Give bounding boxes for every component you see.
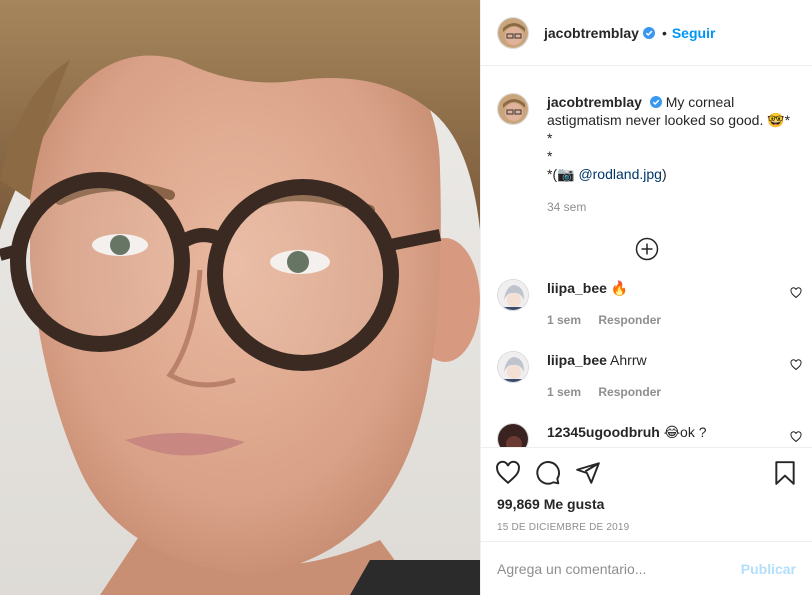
caption-text: jacobtremblay My corneal astigmatism nev… xyxy=(547,93,796,216)
likes-count[interactable]: 99,869 Me gusta xyxy=(481,496,812,512)
separator-dot: • xyxy=(661,24,667,41)
comment-username[interactable]: liipa_bee xyxy=(547,280,607,296)
comment-item: liipa_bee Ahrrw 1 sem Responder xyxy=(481,351,812,401)
caption-avatar[interactable] xyxy=(497,93,529,125)
caption-username[interactable]: jacobtremblay xyxy=(547,94,642,110)
comment-input[interactable] xyxy=(497,560,741,577)
paper-plane-icon[interactable] xyxy=(575,460,601,486)
comment-text: 🔥 xyxy=(610,280,629,296)
heart-icon[interactable] xyxy=(790,359,802,371)
reply-button[interactable]: Responder xyxy=(598,313,661,327)
comment-avatar[interactable] xyxy=(497,423,529,447)
post-actions-area: 99,869 Me gusta 15 DE DICIEMBRE DE 2019 … xyxy=(481,447,812,595)
publish-button[interactable]: Publicar xyxy=(741,561,796,577)
avatar[interactable] xyxy=(497,16,529,49)
caption-credit-prefix: *(📷 xyxy=(547,166,579,182)
action-bar xyxy=(481,448,812,498)
comment-text: 😂ok ? xyxy=(663,424,707,440)
heart-icon[interactable] xyxy=(790,287,802,299)
mention-link[interactable]: @rodland.jpg xyxy=(578,166,662,182)
comment-icon[interactable] xyxy=(535,460,561,486)
post-header: jacobtremblay • Seguir xyxy=(481,0,812,66)
post-caption: jacobtremblay My corneal astigmatism nev… xyxy=(481,67,812,216)
caption-line: * xyxy=(547,148,553,164)
heart-icon[interactable] xyxy=(495,460,521,486)
add-comment-bar: Publicar xyxy=(481,541,812,595)
comment-item: 12345ugoodbruh 😂ok ? xyxy=(481,423,812,447)
reply-button[interactable]: Responder xyxy=(598,385,661,399)
comment-time[interactable]: 1 sem xyxy=(547,313,581,327)
caption-credit-suffix: ) xyxy=(661,166,667,182)
comment-time[interactable]: 1 sem xyxy=(547,385,581,399)
comment-item: liipa_bee 🔥 1 sem Responder xyxy=(481,279,812,329)
plus-circle-icon[interactable] xyxy=(635,237,659,261)
comment-avatar[interactable] xyxy=(497,351,529,383)
portrait-image xyxy=(0,0,480,595)
load-more-comments[interactable] xyxy=(481,237,812,261)
comment-avatar[interactable] xyxy=(497,279,529,311)
post-sidebar: jacobtremblay • Seguir jacobtremblay My … xyxy=(480,0,812,595)
follow-button[interactable]: Seguir xyxy=(672,25,716,41)
verified-badge-icon xyxy=(642,26,655,39)
comment-username[interactable]: liipa_bee xyxy=(547,352,607,368)
comment-text: Ahrrw xyxy=(610,352,647,368)
heart-icon[interactable] xyxy=(790,431,802,443)
caption-timestamp[interactable]: 34 sem xyxy=(547,198,796,216)
verified-badge-icon xyxy=(649,96,662,108)
post-photo[interactable] xyxy=(0,0,480,595)
post-author-username[interactable]: jacobtremblay xyxy=(544,25,639,41)
caption-line: * xyxy=(547,130,553,146)
comment-username[interactable]: 12345ugoodbruh xyxy=(547,424,660,440)
post-date[interactable]: 15 DE DICIEMBRE DE 2019 xyxy=(481,522,812,533)
bookmark-icon[interactable] xyxy=(772,460,798,486)
comments-list[interactable]: jacobtremblay My corneal astigmatism nev… xyxy=(481,67,812,447)
instagram-post-view: jacobtremblay • Seguir jacobtremblay My … xyxy=(0,0,812,595)
